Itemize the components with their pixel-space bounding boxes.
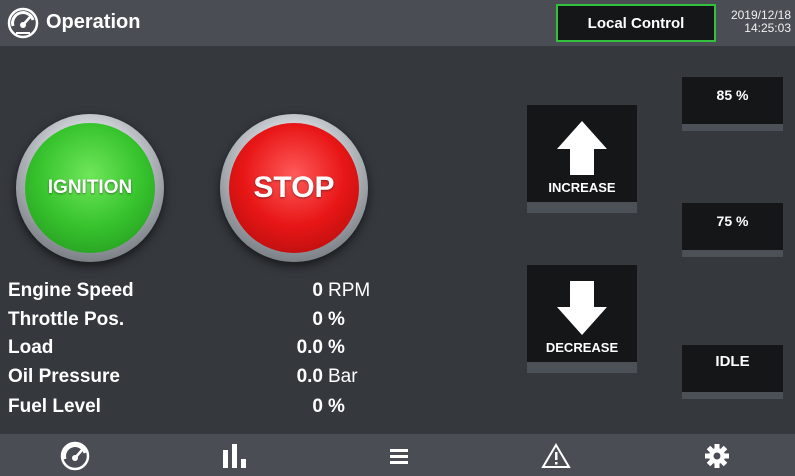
reading-value: 0 [312,396,323,417]
arrow-down-icon [557,281,607,335]
decrease-button-bar [527,362,637,373]
decrease-button-label: DECREASE [545,340,619,355]
reading-row-fuel-level: Fuel Level 0 % [8,396,408,420]
preset-idle-bar [682,392,783,399]
reading-unit: % [328,337,345,358]
datetime-display: 2019/12/18 14:25:03 [719,9,791,35]
engine-logo-icon[interactable] [59,441,91,471]
time-text: 14:25:03 [744,21,791,35]
preset-idle-button[interactable]: IDLE [682,345,783,399]
reading-row-engine-speed: Engine Speed 0 RPM [8,280,408,304]
preset-75-bar [682,250,783,257]
preset-idle-label: IDLE [715,353,750,370]
footer-nav [0,434,795,476]
increase-button[interactable]: INCREASE [527,105,637,213]
gear-icon[interactable] [701,441,733,471]
preset-75-button[interactable]: 75 % [682,203,783,257]
header-bar: Operation Local Control 2019/12/18 14:25… [0,0,795,46]
reading-value: 0.0 [296,337,323,358]
reading-row-load: Load 0.0 % [8,337,408,361]
preset-85-button[interactable]: 85 % [682,77,783,131]
reading-label: Engine Speed [8,280,134,301]
bar-chart-icon[interactable] [220,441,252,471]
preset-85-bar [682,124,783,131]
reading-unit: Bar [328,366,358,387]
increase-button-label: INCREASE [548,180,616,195]
reading-unit: % [328,396,345,417]
stop-button-label: STOP [229,123,359,253]
decrease-button[interactable]: DECREASE [527,265,637,373]
reading-row-oil-pressure: Oil Pressure 0.0 Bar [8,366,408,390]
reading-label: Oil Pressure [8,366,120,387]
ignition-button[interactable]: IGNITION [16,114,164,262]
menu-icon[interactable] [383,441,415,471]
preset-75-label: 75 % [716,213,749,229]
reading-value: 0 [312,309,323,330]
page-title: Operation [46,11,141,33]
ignition-button-label: IGNITION [25,123,155,253]
reading-label: Fuel Level [8,396,101,417]
reading-unit: RPM [328,280,371,301]
preset-85-label: 85 % [716,87,749,103]
increase-button-bar [527,202,637,213]
reading-label: Throttle Pos. [8,309,125,330]
local-control-button[interactable]: Local Control [556,4,716,42]
arrow-up-icon [557,121,607,175]
reading-row-throttle: Throttle Pos. 0 % [8,309,408,333]
stop-button[interactable]: STOP [220,114,368,262]
reading-label: Load [8,337,54,358]
engine-logo-icon [6,6,40,40]
warning-icon[interactable] [540,441,572,471]
reading-unit: % [328,309,345,330]
reading-value: 0.0 [296,366,323,387]
reading-value: 0 [312,280,323,301]
